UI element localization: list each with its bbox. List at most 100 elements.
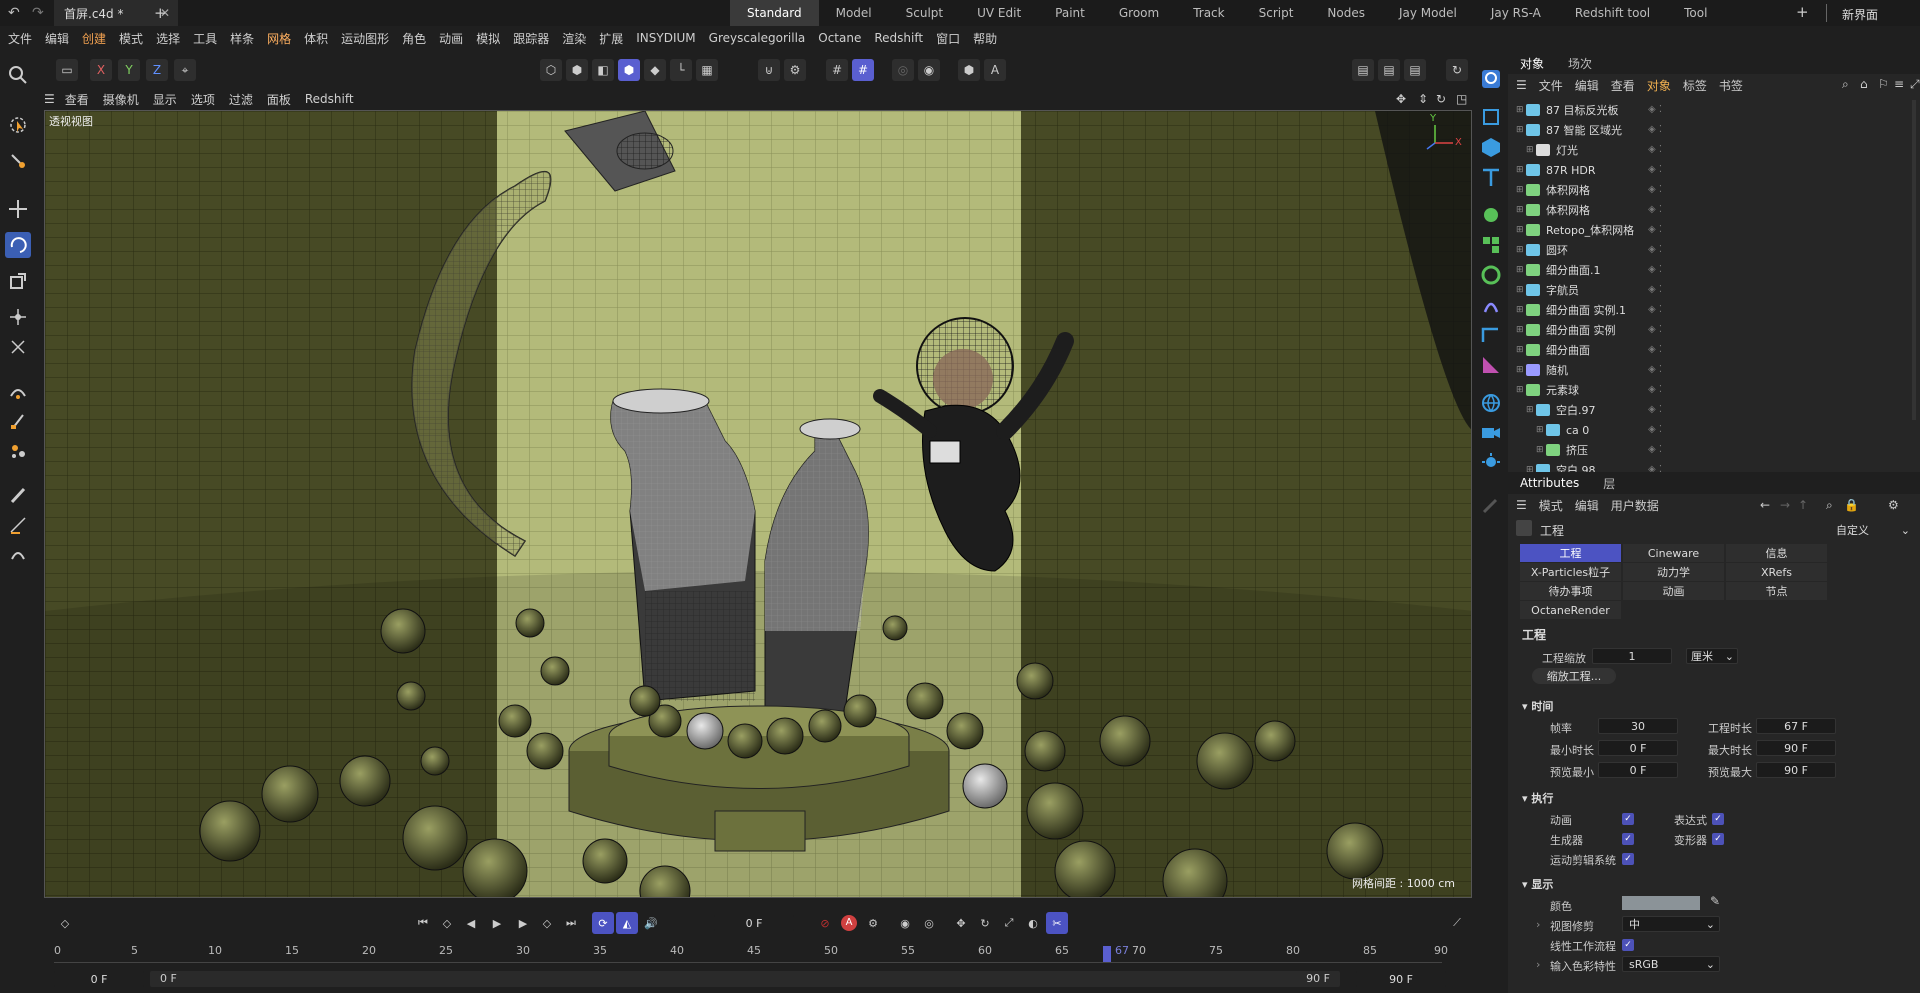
forward-arrow-icon[interactable]: → bbox=[1780, 498, 1790, 512]
section-execution[interactable]: ▾ 执行 bbox=[1522, 790, 1553, 806]
undo-icon[interactable]: ↶ bbox=[8, 5, 20, 21]
menu-item[interactable]: Redshift bbox=[874, 31, 923, 45]
hamburger-icon[interactable]: ☰ bbox=[1516, 78, 1527, 92]
filter-icon[interactable]: ≡ bbox=[1894, 77, 1904, 91]
object-row[interactable]: ⊞ 空白.97 ◈ ⁚ bbox=[1508, 400, 1920, 420]
subtab-xrefs[interactable]: XRefs bbox=[1726, 563, 1827, 581]
visibility-icon[interactable]: ◈ ⁚ bbox=[1648, 184, 1662, 195]
live-select-icon[interactable] bbox=[5, 148, 31, 174]
preview-range-icon[interactable]: ◭ bbox=[616, 912, 638, 934]
visibility-icon[interactable]: ◈ ⁚ bbox=[1648, 264, 1662, 275]
visibility-icon[interactable]: ◈ ⁚ bbox=[1648, 404, 1662, 415]
knife-tool-icon[interactable] bbox=[5, 512, 31, 538]
viewport-menu-item[interactable]: Redshift bbox=[305, 92, 354, 106]
layout-tab[interactable]: Jay RS-A bbox=[1474, 0, 1558, 26]
visibility-icon[interactable]: ◈ ⁚ bbox=[1648, 284, 1662, 295]
add-tab-button[interactable]: + bbox=[154, 4, 167, 22]
expand-icon[interactable]: ⊞ bbox=[1526, 405, 1536, 415]
play-icon[interactable]: ▶ bbox=[486, 912, 508, 934]
bookmark-icon[interactable]: ⚐ bbox=[1878, 77, 1889, 91]
expand-icon[interactable]: ⊞ bbox=[1516, 265, 1526, 275]
object-row[interactable]: ⊞ ca 0 ◈ ⁚ bbox=[1508, 420, 1920, 440]
model-mode-icon[interactable]: ▭ bbox=[56, 59, 78, 81]
max-length-field[interactable]: 90 F bbox=[1756, 740, 1836, 756]
layout-tab[interactable]: Paint bbox=[1038, 0, 1102, 26]
fps-field[interactable]: 30 bbox=[1598, 718, 1678, 734]
orbit-icon[interactable]: ↻ bbox=[1436, 92, 1446, 106]
expand-icon[interactable]: ⊞ bbox=[1516, 225, 1526, 235]
pen-disabled-icon[interactable] bbox=[1478, 492, 1504, 518]
visibility-icon[interactable]: ◈ ⁚ bbox=[1648, 164, 1662, 175]
tab-attributes[interactable]: Attributes bbox=[1508, 476, 1591, 490]
search-icon[interactable]: ⌕ bbox=[1826, 498, 1833, 513]
expand-icon[interactable]: ⊞ bbox=[1536, 445, 1546, 455]
magnet-tool-icon[interactable] bbox=[5, 542, 31, 568]
key-selection-icon[interactable]: ◉ bbox=[894, 912, 916, 934]
object-row[interactable]: ⊞ 细分曲面 ◈ ⁚ bbox=[1508, 340, 1920, 360]
autokey-icon[interactable]: A bbox=[838, 912, 860, 934]
object-row[interactable]: ⊞ 87 目标反光板 ◈ ⁚ bbox=[1508, 100, 1920, 120]
menu-item[interactable]: 窗口 bbox=[936, 30, 960, 47]
layout-tab[interactable]: Standard bbox=[730, 0, 819, 26]
viewport-menu-item[interactable]: 过滤 bbox=[229, 91, 253, 108]
layout-tab[interactable]: Script bbox=[1242, 0, 1311, 26]
point-mode-icon[interactable]: ⬡ bbox=[540, 59, 562, 81]
menu-item[interactable]: 选择 bbox=[156, 30, 180, 47]
go-to-start-icon[interactable]: ⏮ bbox=[412, 912, 434, 934]
axis-x-button[interactable]: X bbox=[90, 59, 112, 81]
subtab-dynamics[interactable]: 动力学 bbox=[1623, 563, 1724, 581]
object-row[interactable]: ⊞ 挤压 ◈ ⁚ bbox=[1508, 440, 1920, 460]
menu-item[interactable]: 体积 bbox=[304, 30, 328, 47]
field-icon[interactable] bbox=[1478, 352, 1504, 378]
object-menu-item[interactable]: 查看 bbox=[1611, 77, 1635, 94]
light-icon[interactable] bbox=[1478, 450, 1504, 476]
object-row[interactable]: ⊞ 元素球 ◈ ⁚ bbox=[1508, 380, 1920, 400]
dolly-icon[interactable]: ⇕ bbox=[1418, 92, 1428, 106]
pan-icon[interactable]: ✥ bbox=[1396, 92, 1406, 106]
menu-item[interactable]: 工具 bbox=[193, 30, 217, 47]
add-layout-button[interactable]: + bbox=[1796, 3, 1809, 21]
edge-mode-icon[interactable]: ⬢ bbox=[566, 59, 588, 81]
object-row[interactable]: ⊞ 体积网格 ◈ ⁚ bbox=[1508, 180, 1920, 200]
menu-item[interactable]: 样条 bbox=[230, 30, 254, 47]
expand-icon[interactable]: ⊞ bbox=[1516, 105, 1526, 115]
viewport-menu-item[interactable]: 选项 bbox=[191, 91, 215, 108]
axis-z-button[interactable]: Z bbox=[146, 59, 168, 81]
maximize-view-icon[interactable]: ◳ bbox=[1456, 92, 1467, 106]
tab-layers[interactable]: 层 bbox=[1591, 475, 1627, 492]
dynamics-icon[interactable]: ◎ bbox=[892, 59, 914, 81]
preview-max-field[interactable]: 90 F bbox=[1756, 762, 1836, 778]
viewport-menu-item[interactable]: 摄像机 bbox=[103, 91, 139, 108]
expand-icon[interactable]: ⊞ bbox=[1516, 285, 1526, 295]
scale-tool-icon[interactable] bbox=[5, 268, 31, 294]
coordinate-system-icon[interactable]: ⌖ bbox=[174, 59, 196, 81]
menu-item[interactable]: 创建 bbox=[82, 30, 106, 47]
project-scale-unit[interactable]: 厘米 ⌄ bbox=[1686, 648, 1738, 664]
visibility-icon[interactable]: ◈ ⁚ bbox=[1648, 204, 1662, 215]
object-menu-item[interactable]: 标签 bbox=[1683, 77, 1707, 94]
input-color-expand-icon[interactable]: › bbox=[1536, 958, 1540, 971]
cloner-icon[interactable] bbox=[1478, 202, 1504, 228]
hamburger-icon[interactable]: ☰ bbox=[44, 92, 55, 106]
visibility-icon[interactable]: ◈ ⁚ bbox=[1648, 104, 1662, 115]
keyframe-settings-icon[interactable]: ⚙ bbox=[862, 912, 884, 934]
subtab-cineware[interactable]: Cineware bbox=[1623, 544, 1724, 562]
layout-tab[interactable]: Jay Model bbox=[1382, 0, 1474, 26]
object-row[interactable]: ⊞ 细分曲面 实例 ◈ ⁚ bbox=[1508, 320, 1920, 340]
subtab-info[interactable]: 信息 bbox=[1726, 544, 1827, 562]
object-row[interactable]: ⊞ 细分曲面.1 ◈ ⁚ bbox=[1508, 260, 1920, 280]
menu-item[interactable]: 扩展 bbox=[599, 30, 623, 47]
object-menu-item[interactable]: 书签 bbox=[1719, 77, 1743, 94]
start-frame-field[interactable]: 0 F bbox=[54, 971, 144, 987]
texture-mode-icon[interactable]: ▦ bbox=[696, 59, 718, 81]
menu-item[interactable]: Octane bbox=[818, 31, 861, 45]
hamburger-icon[interactable]: ☰ bbox=[1516, 498, 1527, 512]
menu-item[interactable]: 渲染 bbox=[562, 30, 586, 47]
lod-expand-icon[interactable]: › bbox=[1536, 918, 1540, 931]
text-icon[interactable] bbox=[1478, 164, 1504, 190]
menu-item[interactable]: 网格 bbox=[267, 30, 291, 47]
project-scale-field[interactable]: 1 bbox=[1592, 648, 1672, 664]
exec-generators-checkbox[interactable]: ✓ bbox=[1622, 833, 1634, 845]
expand-icon[interactable]: ⊞ bbox=[1516, 365, 1526, 375]
menu-item[interactable]: 角色 bbox=[402, 30, 426, 47]
